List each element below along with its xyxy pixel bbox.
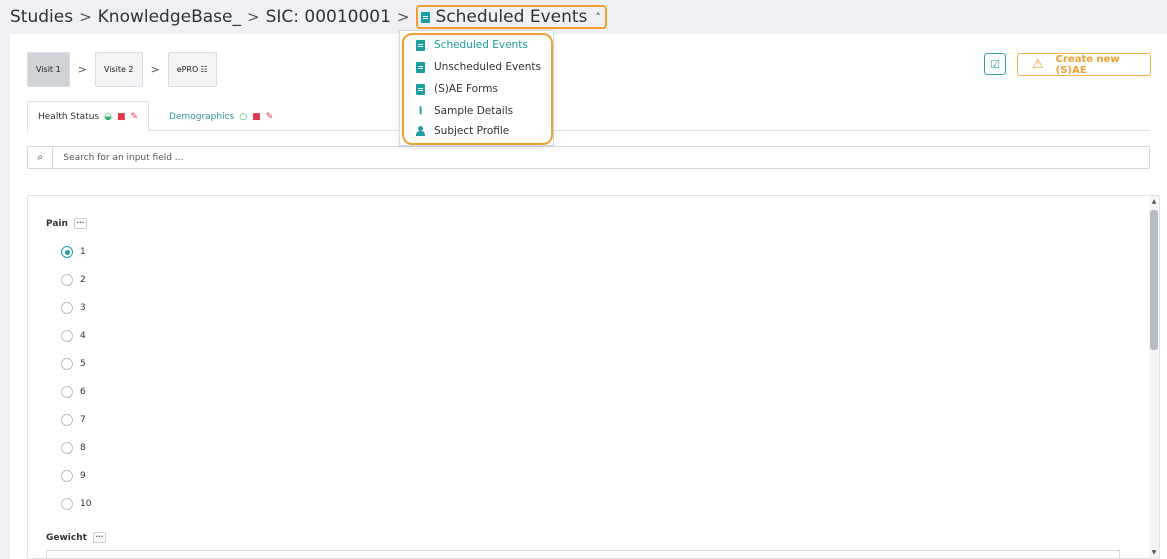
user-icon bbox=[416, 126, 425, 136]
pain-option-label: 1 bbox=[80, 247, 86, 257]
chevron-right-icon: > bbox=[150, 63, 160, 76]
visit-tabs: Visit 1 > Visite 2 > ePRO ☷ bbox=[27, 52, 217, 87]
tab-demographics-label: Demographics bbox=[169, 111, 235, 122]
tab-health-status[interactable]: Health Status ◒ ■ ✎ bbox=[27, 101, 150, 132]
field-gewicht-more-button[interactable]: ··· bbox=[92, 532, 106, 543]
breadcrumb-subject[interactable]: SIC: 00010001 bbox=[266, 7, 391, 27]
visit-tab-epro[interactable]: ePRO ☷ bbox=[167, 52, 217, 87]
form-area: Pain ··· 1 2 3 4 5 6 7 8 9 10 Gewicht ··… bbox=[27, 195, 1160, 559]
breadcrumb-current-label: Scheduled Events bbox=[435, 7, 588, 27]
pain-option-label: 6 bbox=[80, 387, 86, 397]
breadcrumb-events-selector[interactable]: Scheduled Events ˄ bbox=[415, 5, 607, 29]
pain-option-label: 2 bbox=[80, 275, 86, 285]
breadcrumb-separator-icon: > bbox=[79, 8, 92, 26]
form-tabs: Health Status ◒ ■ ✎ Demographics ○ ■ ✎ bbox=[27, 101, 1150, 132]
document-icon bbox=[416, 83, 425, 95]
breadcrumb-studies[interactable]: Studies bbox=[10, 7, 73, 27]
chevron-right-icon: > bbox=[77, 63, 87, 76]
menu-item-label: Sample Details bbox=[434, 105, 514, 117]
warning-icon: ⚠ bbox=[1032, 57, 1044, 72]
status-complete-icon: ◒ bbox=[104, 111, 112, 122]
calendar-check-icon: ☑ bbox=[990, 57, 1000, 71]
pain-option-label: 9 bbox=[80, 471, 86, 481]
test-tube-icon: 𝚰 bbox=[418, 105, 423, 117]
scroll-up-icon[interactable]: ▲ bbox=[1149, 198, 1159, 205]
scroll-down-icon[interactable]: ▼ bbox=[1149, 549, 1159, 556]
field-pain-more-button[interactable]: ··· bbox=[73, 218, 87, 229]
tab-demographics[interactable]: Demographics ○ ■ ✎ bbox=[159, 101, 283, 132]
chevron-up-icon: ˄ bbox=[595, 10, 601, 24]
pain-option-label: 7 bbox=[80, 415, 86, 425]
breadcrumb-separator-icon: > bbox=[247, 8, 260, 26]
signature-icon: ✎ bbox=[265, 111, 274, 122]
menu-item-subject-profile[interactable]: Subject Profile bbox=[416, 125, 509, 137]
pain-option-6[interactable]: 6 bbox=[61, 386, 86, 398]
radio-icon bbox=[61, 498, 73, 510]
field-gewicht-label: Gewicht bbox=[46, 532, 87, 543]
pain-option-7[interactable]: 7 bbox=[61, 414, 86, 426]
lock-icon: ■ bbox=[116, 111, 126, 122]
radio-icon bbox=[61, 386, 73, 398]
menu-item-unscheduled-events[interactable]: Unscheduled Events bbox=[416, 61, 541, 73]
radio-icon bbox=[61, 302, 73, 314]
visit-tab-1[interactable]: Visit 1 bbox=[27, 52, 70, 87]
field-pain: Pain ··· bbox=[46, 218, 87, 229]
pain-option-label: 5 bbox=[80, 359, 86, 369]
search-input[interactable] bbox=[53, 152, 1149, 163]
create-sae-label: Create new (S)AE bbox=[1055, 53, 1120, 76]
lock-icon: ■ bbox=[252, 111, 261, 122]
pain-option-9[interactable]: 9 bbox=[61, 470, 86, 482]
search-icon: ⌕ bbox=[28, 147, 54, 168]
breadcrumb-knowledgebase[interactable]: KnowledgeBase_ bbox=[98, 7, 241, 27]
menu-item-label: Scheduled Events bbox=[434, 39, 528, 51]
radio-icon bbox=[61, 442, 73, 454]
create-sae-button[interactable]: ⚠ Create new (S)AE bbox=[1017, 53, 1151, 76]
visit-tab-2[interactable]: Visite 2 bbox=[94, 52, 143, 87]
pain-option-2[interactable]: 2 bbox=[61, 274, 86, 286]
menu-item-label: (S)AE Forms bbox=[434, 83, 498, 95]
menu-item-scheduled-events[interactable]: Scheduled Events bbox=[416, 39, 528, 51]
document-icon bbox=[416, 61, 425, 73]
breadcrumb: Studies > KnowledgeBase_ > SIC: 00010001… bbox=[10, 5, 607, 29]
radio-icon bbox=[61, 358, 73, 370]
status-open-icon: ○ bbox=[239, 111, 248, 122]
scrollbar-thumb[interactable] bbox=[1150, 210, 1158, 350]
breadcrumb-separator-icon: > bbox=[396, 8, 410, 26]
pain-option-8[interactable]: 8 bbox=[61, 442, 86, 454]
users-icon: ☷ bbox=[200, 65, 208, 74]
pain-option-1[interactable]: 1 bbox=[61, 246, 86, 258]
document-icon bbox=[416, 39, 425, 51]
pain-option-3[interactable]: 3 bbox=[61, 302, 86, 314]
menu-item-sae-forms[interactable]: (S)AE Forms bbox=[416, 83, 498, 95]
pain-option-label: 4 bbox=[80, 331, 86, 341]
pain-option-label: 3 bbox=[80, 303, 86, 313]
calendar-check-button[interactable]: ☑ bbox=[984, 53, 1006, 75]
radio-icon bbox=[61, 414, 73, 426]
field-pain-label: Pain bbox=[46, 218, 68, 229]
document-icon bbox=[420, 11, 430, 23]
signature-icon: ✎ bbox=[130, 111, 139, 122]
pain-option-label: 8 bbox=[80, 443, 86, 453]
menu-item-label: Unscheduled Events bbox=[434, 61, 541, 73]
radio-icon bbox=[61, 274, 73, 286]
visit-tab-epro-label: ePRO bbox=[176, 65, 199, 74]
pain-option-label: 10 bbox=[80, 499, 92, 509]
main-panel: Visit 1 > Visite 2 > ePRO ☷ ☑ ⚠ Create n… bbox=[10, 34, 1167, 559]
menu-item-label: Subject Profile bbox=[434, 125, 510, 137]
pain-option-5[interactable]: 5 bbox=[61, 358, 86, 370]
radio-icon bbox=[61, 330, 73, 342]
radio-icon bbox=[61, 470, 73, 482]
field-search: ⌕ bbox=[27, 146, 1150, 169]
pain-option-4[interactable]: 4 bbox=[61, 330, 86, 342]
radio-checked-icon bbox=[61, 246, 73, 258]
tab-health-status-label: Health Status bbox=[38, 111, 100, 122]
menu-item-sample-details[interactable]: 𝚰 Sample Details bbox=[416, 105, 513, 117]
gewicht-input-table[interactable] bbox=[46, 550, 1120, 558]
field-gewicht: Gewicht ··· bbox=[46, 532, 106, 543]
pain-option-10[interactable]: 10 bbox=[61, 498, 91, 510]
form-scrollbar[interactable]: ▲ ▼ bbox=[1149, 196, 1159, 558]
events-dropdown-menu: Scheduled Events Unscheduled Events (S)A… bbox=[399, 30, 554, 146]
